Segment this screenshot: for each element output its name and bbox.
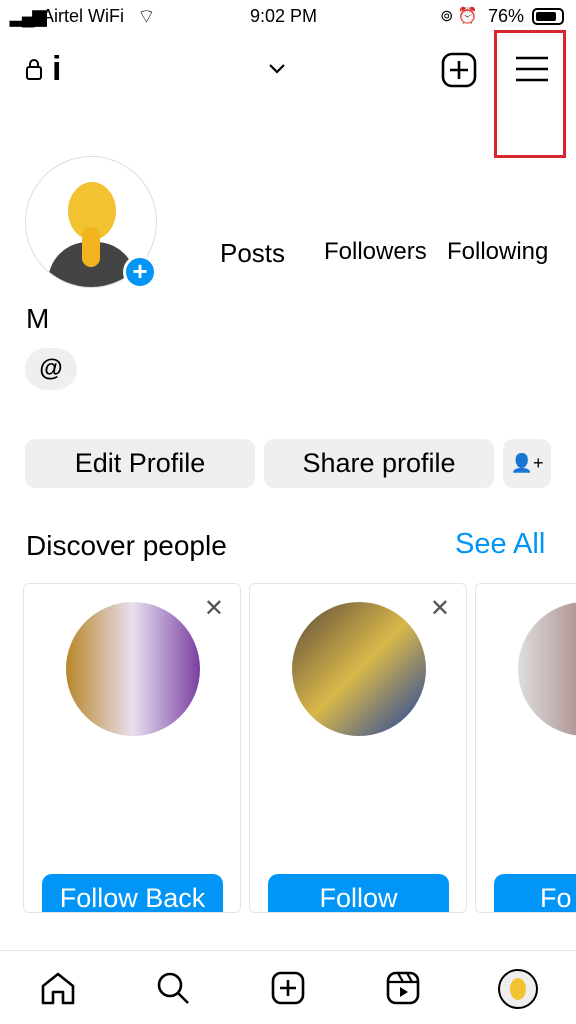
follow-button[interactable]: Follow xyxy=(268,874,449,912)
stat-followers[interactable]: Followers xyxy=(324,238,427,266)
create-icon[interactable] xyxy=(441,52,477,88)
search-icon[interactable] xyxy=(156,971,190,1005)
close-icon[interactable]: ✕ xyxy=(204,594,224,623)
follow-button[interactable]: Fo xyxy=(494,874,576,912)
edit-profile-button[interactable]: Edit Profile xyxy=(25,439,255,488)
add-person-icon: 👤+ xyxy=(510,453,544,473)
threads-icon[interactable]: @ xyxy=(25,348,77,390)
profile-tab-avatar[interactable] xyxy=(498,969,538,1009)
username[interactable]: i xyxy=(52,50,61,89)
follow-back-button[interactable]: Follow Back xyxy=(42,874,223,912)
create-icon[interactable] xyxy=(271,971,305,1005)
menu-highlight-box xyxy=(494,30,566,158)
stat-posts[interactable]: Posts xyxy=(220,238,285,269)
reels-icon[interactable] xyxy=(386,971,420,1005)
signal-icon: ▂▄▆ xyxy=(10,6,46,26)
add-story-button[interactable]: + xyxy=(123,255,157,289)
suggestion-avatar[interactable] xyxy=(292,602,426,736)
stat-following[interactable]: Following xyxy=(447,238,548,266)
wifi-icon: ⌔ xyxy=(137,6,156,28)
close-icon[interactable]: ✕ xyxy=(430,594,450,623)
time: 9:02 PM xyxy=(250,6,318,26)
lock-icon xyxy=(26,58,42,80)
suggestion-card[interactable]: Fo xyxy=(475,583,576,913)
status-bar: ▂▄▆ Airtel WiFi ⌔ 9:02 PM ⊚ ⏰ 76% xyxy=(0,0,576,34)
alarm-icon: ⊚ ⏰ xyxy=(440,8,478,25)
carrier: Airtel WiFi xyxy=(42,6,124,26)
suggestion-avatar[interactable] xyxy=(518,602,576,736)
chevron-down-icon[interactable] xyxy=(268,63,286,75)
suggestion-avatar[interactable] xyxy=(66,602,200,736)
home-icon[interactable] xyxy=(40,971,76,1005)
suggestion-card[interactable]: ✕ Follow Back xyxy=(23,583,241,913)
see-all-link[interactable]: See All xyxy=(455,528,545,561)
bottom-nav xyxy=(0,950,576,1024)
discover-people-toggle[interactable]: 👤+ xyxy=(503,439,551,488)
suggestion-card[interactable]: ✕ Follow xyxy=(249,583,467,913)
share-profile-button[interactable]: Share profile xyxy=(264,439,494,488)
profile-name: M xyxy=(26,303,50,334)
discover-title: Discover people xyxy=(26,530,227,561)
battery-percent: 76% xyxy=(488,6,525,26)
hamburger-menu-icon[interactable] xyxy=(515,55,549,83)
battery-icon xyxy=(532,8,564,25)
